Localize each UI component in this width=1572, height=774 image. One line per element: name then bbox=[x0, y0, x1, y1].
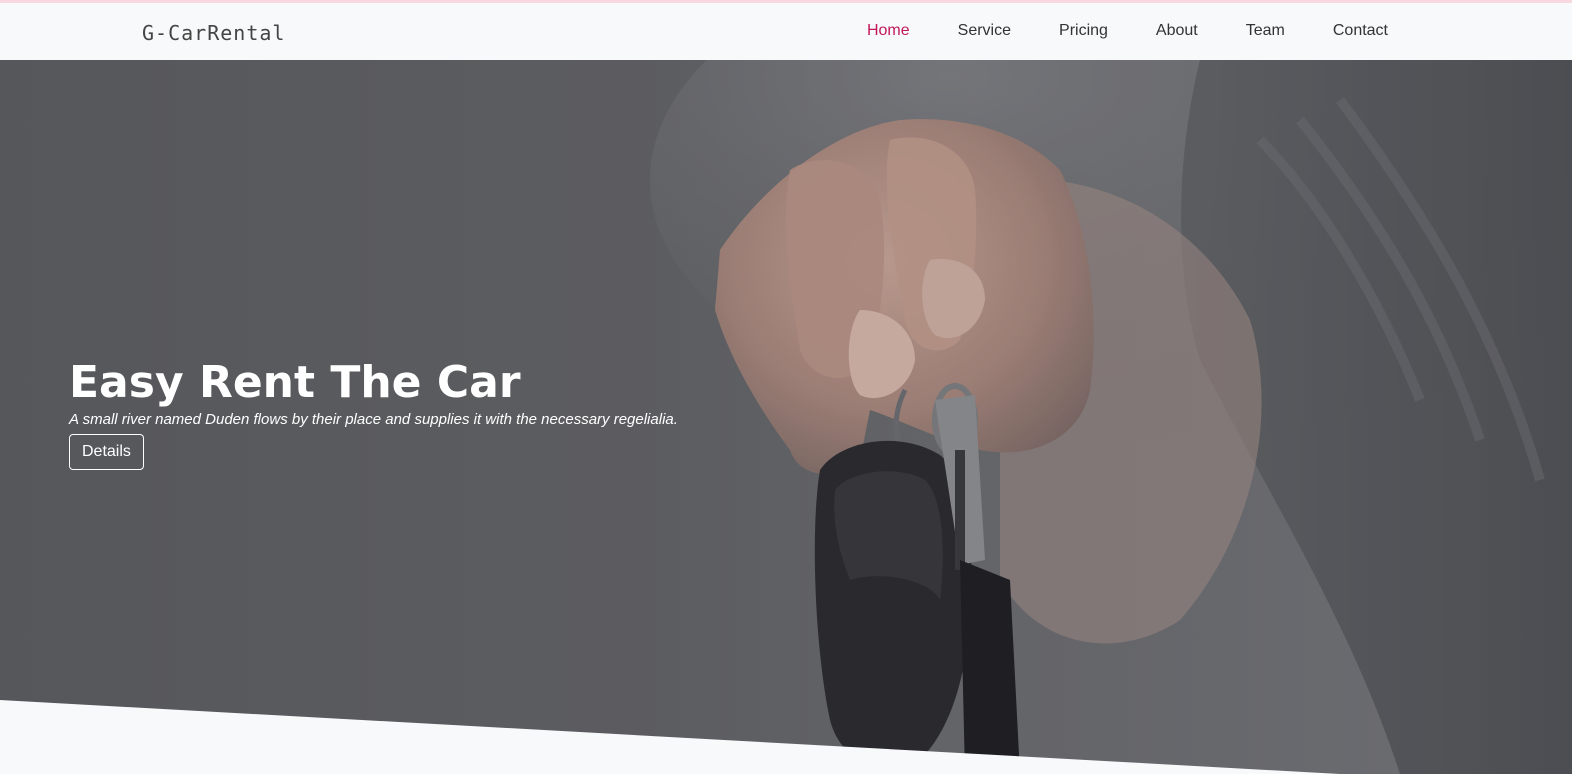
nav-item-pricing: Pricing bbox=[1035, 22, 1132, 40]
nav-item-contact: Contact bbox=[1309, 22, 1412, 40]
nav-link-contact[interactable]: Contact bbox=[1309, 22, 1412, 40]
nav-link-home[interactable]: Home bbox=[843, 22, 934, 40]
nav-menu: Home Service Pricing About Team Contact bbox=[843, 22, 1412, 40]
nav-item-about: About bbox=[1132, 22, 1222, 40]
hero-section: Easy Rent The Car A small river named Du… bbox=[0, 60, 1572, 774]
nav-link-pricing[interactable]: Pricing bbox=[1035, 22, 1132, 40]
nav-item-team: Team bbox=[1222, 22, 1309, 40]
navbar: G-CarRental Home Service Pricing About T… bbox=[0, 3, 1572, 60]
nav-link-service[interactable]: Service bbox=[934, 22, 1035, 40]
brand-logo[interactable]: G-CarRental bbox=[142, 21, 285, 45]
nav-link-team[interactable]: Team bbox=[1222, 22, 1309, 40]
nav-link-about[interactable]: About bbox=[1132, 22, 1222, 40]
nav-item-service: Service bbox=[934, 22, 1035, 40]
nav-item-home: Home bbox=[843, 22, 934, 40]
hero-bottom-slant bbox=[0, 700, 1340, 774]
